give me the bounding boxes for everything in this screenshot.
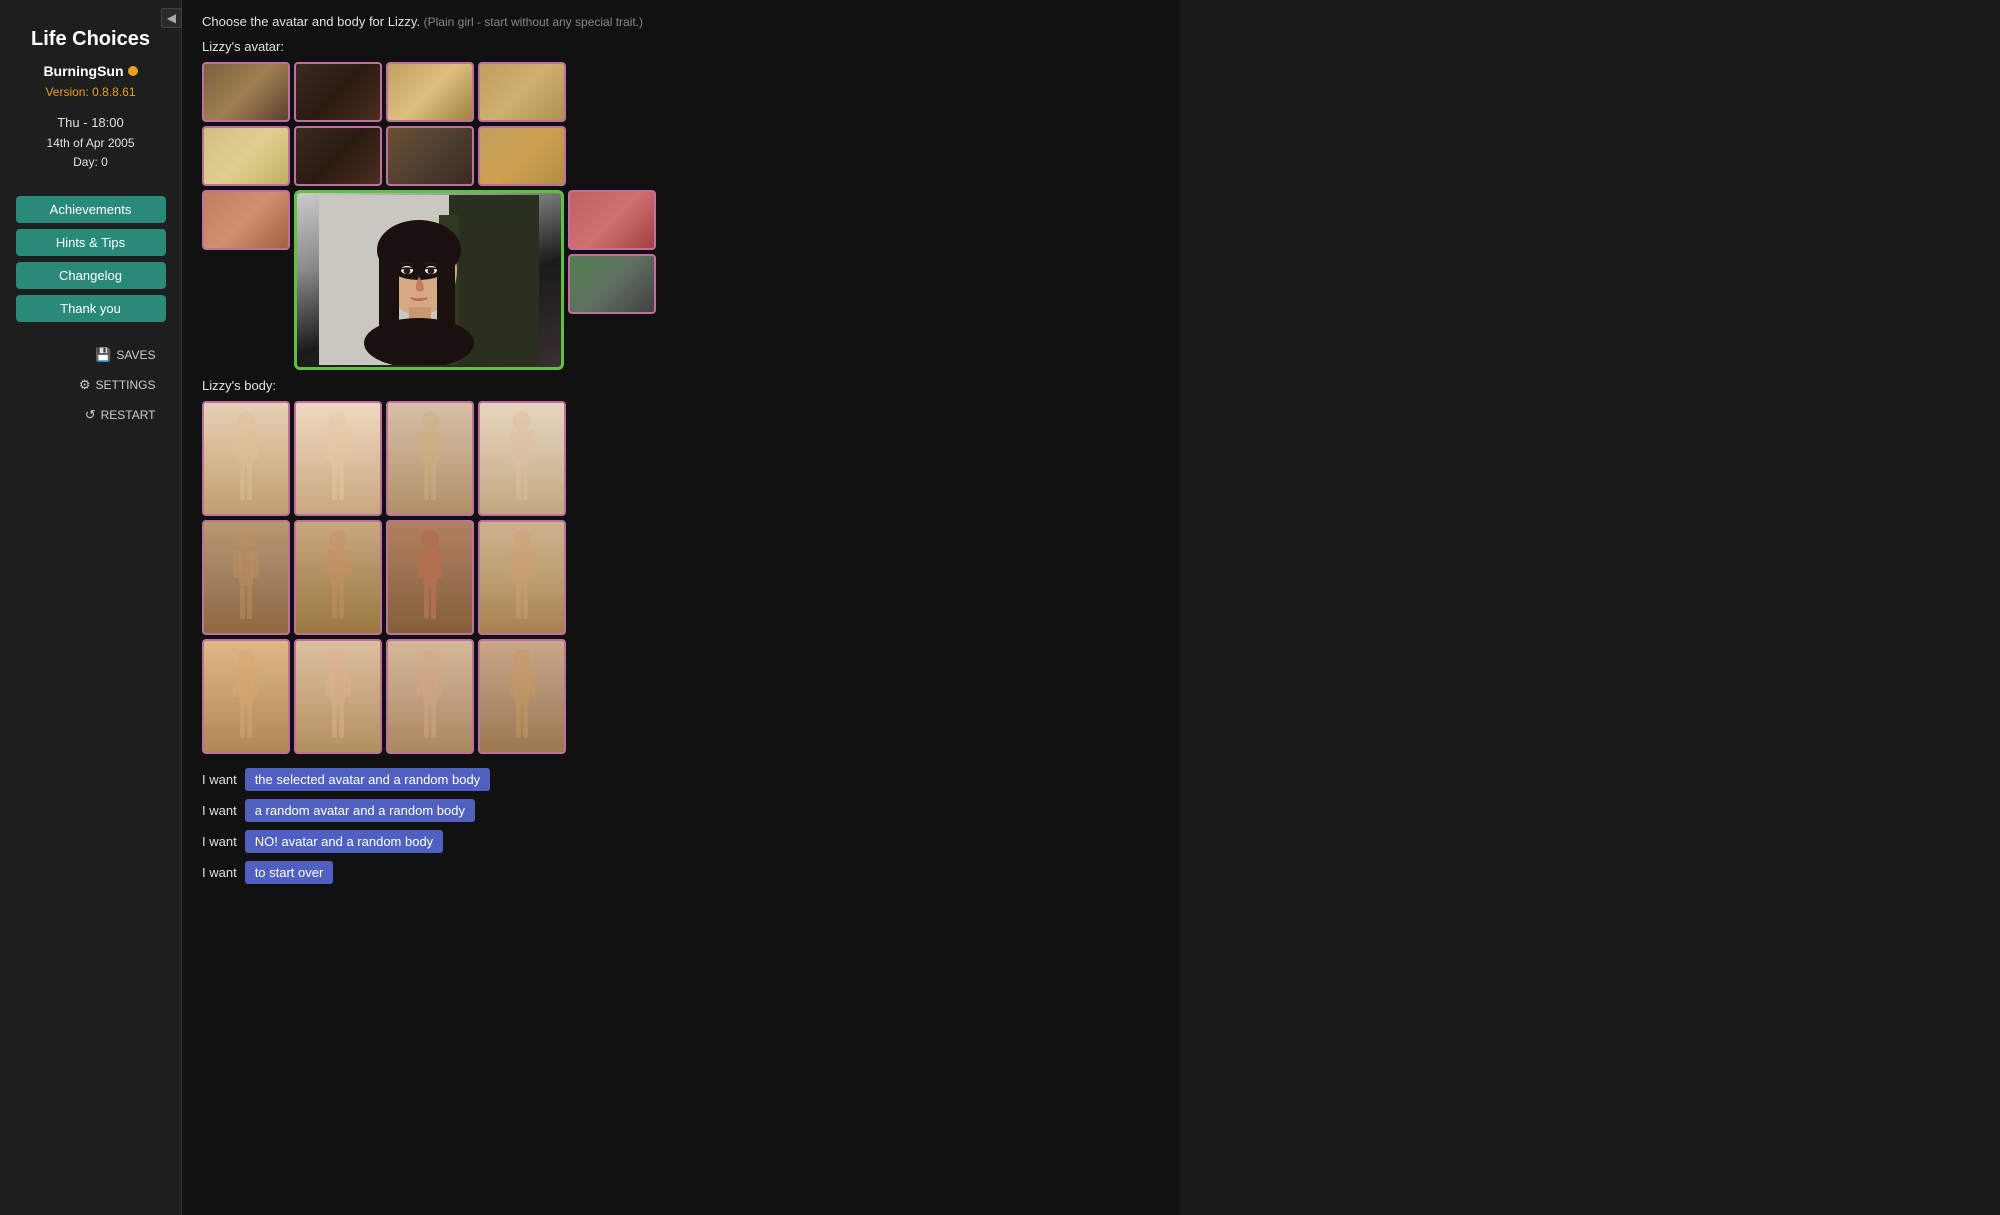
restart-label: RESTART <box>101 408 156 422</box>
body-option-10[interactable] <box>294 639 382 754</box>
avatar-row-3 <box>202 190 1160 370</box>
sidebar: ◀ Life Choices BurningSun Version: 0.8.8… <box>0 0 182 1215</box>
action-prefix-1: I want <box>202 772 237 787</box>
avatar-option-7[interactable] <box>386 126 474 186</box>
body-option-7[interactable] <box>386 520 474 635</box>
date-label: 14th of Apr 2005 <box>46 134 134 153</box>
body-option-1[interactable] <box>202 401 290 516</box>
body-row-2 <box>202 520 1160 635</box>
body-9-svg <box>221 647 271 747</box>
action-btn-no-avatar[interactable]: NO! avatar and a random body <box>245 830 444 853</box>
action-prefix-3: I want <box>202 834 237 849</box>
main-content: Choose the avatar and body for Lizzy. (P… <box>182 0 1180 1215</box>
time-label: Thu - 18:00 <box>46 113 134 134</box>
action-row-1: I want the selected avatar and a random … <box>202 768 1160 791</box>
datetime-panel: Thu - 18:00 14th of Apr 2005 Day: 0 <box>46 113 134 172</box>
body-3-svg <box>405 409 455 509</box>
day-label: Day: 0 <box>46 153 134 172</box>
body-10-svg <box>313 647 363 747</box>
instruction-text: Choose the avatar and body for Lizzy. (P… <box>202 14 1160 29</box>
body-1-svg <box>221 409 271 509</box>
saves-icon: 💾 <box>95 347 111 363</box>
body-section-label: Lizzy's body: <box>202 378 1160 393</box>
body-grid <box>202 401 1160 754</box>
settings-icon: ⚙ <box>79 377 91 393</box>
game-title: Life Choices <box>31 28 150 51</box>
body-5-svg <box>221 528 271 628</box>
body-option-2[interactable] <box>294 401 382 516</box>
avatar-option-11[interactable] <box>568 254 656 314</box>
username-row: BurningSun <box>43 63 137 79</box>
body-option-4[interactable] <box>478 401 566 516</box>
avatar-option-3[interactable] <box>386 62 474 122</box>
body-4-svg <box>497 409 547 509</box>
changelog-button[interactable]: Changelog <box>16 262 166 289</box>
username-label: BurningSun <box>43 63 123 79</box>
restart-icon: ↺ <box>85 407 96 423</box>
avatar-option-8[interactable] <box>478 126 566 186</box>
avatar-option-6[interactable] <box>294 126 382 186</box>
saves-button[interactable]: 💾 SAVES <box>16 342 166 368</box>
nav-buttons: Achievements Hints & Tips Changelog Than… <box>16 196 166 322</box>
body-option-3[interactable] <box>386 401 474 516</box>
avatar-option-1[interactable] <box>202 62 290 122</box>
avatar-row-2 <box>202 126 1160 186</box>
body-row-1 <box>202 401 1160 516</box>
action-btn-selected-avatar[interactable]: the selected avatar and a random body <box>245 768 490 791</box>
action-btn-random-avatar[interactable]: a random avatar and a random body <box>245 799 475 822</box>
body-option-6[interactable] <box>294 520 382 635</box>
avatar-option-4[interactable] <box>478 62 566 122</box>
hints-tips-button[interactable]: Hints & Tips <box>16 229 166 256</box>
body-row-3 <box>202 639 1160 754</box>
avatar-option-5[interactable] <box>202 126 290 186</box>
avatar-option-selected[interactable] <box>294 190 564 370</box>
avatar-option-2[interactable] <box>294 62 382 122</box>
action-row-3: I want NO! avatar and a random body <box>202 830 1160 853</box>
body-7-svg <box>405 528 455 628</box>
action-section: I want the selected avatar and a random … <box>202 768 1160 884</box>
body-option-12[interactable] <box>478 639 566 754</box>
restart-button[interactable]: ↺ RESTART <box>16 402 166 428</box>
action-row-4: I want to start over <box>202 861 1160 884</box>
body-option-8[interactable] <box>478 520 566 635</box>
body-option-5[interactable] <box>202 520 290 635</box>
trait-note: (Plain girl - start without any special … <box>424 15 643 29</box>
avatar-option-9[interactable] <box>202 190 290 250</box>
body-2-svg <box>313 409 363 509</box>
body-11-svg <box>405 647 455 747</box>
avatar-option-10[interactable] <box>568 190 656 250</box>
avatar-selected-svg <box>319 195 539 365</box>
right-panel <box>1180 0 2000 1215</box>
user-status-dot <box>128 66 138 76</box>
instruction-main: Choose the avatar and body for Lizzy. <box>202 14 420 29</box>
action-row-2: I want a random avatar and a random body <box>202 799 1160 822</box>
body-12-svg <box>497 647 547 747</box>
body-8-svg <box>497 528 547 628</box>
settings-button[interactable]: ⚙ SETTINGS <box>16 372 166 398</box>
action-prefix-4: I want <box>202 865 237 880</box>
action-btn-start-over[interactable]: to start over <box>245 861 334 884</box>
body-option-9[interactable] <box>202 639 290 754</box>
utility-buttons: 💾 SAVES ⚙ SETTINGS ↺ RESTART <box>16 342 166 428</box>
avatar-grid <box>202 62 1160 370</box>
version-label: Version: 0.8.8.61 <box>45 85 135 99</box>
avatar-row-1 <box>202 62 1160 122</box>
collapse-button[interactable]: ◀ <box>161 8 182 28</box>
body-option-11[interactable] <box>386 639 474 754</box>
avatar-row-3-right <box>568 190 656 314</box>
achievements-button[interactable]: Achievements <box>16 196 166 223</box>
settings-label: SETTINGS <box>95 378 155 392</box>
body-6-svg <box>313 528 363 628</box>
action-prefix-2: I want <box>202 803 237 818</box>
thank-you-button[interactable]: Thank you <box>16 295 166 322</box>
avatar-section-label: Lizzy's avatar: <box>202 39 1160 54</box>
saves-label: SAVES <box>116 348 155 362</box>
